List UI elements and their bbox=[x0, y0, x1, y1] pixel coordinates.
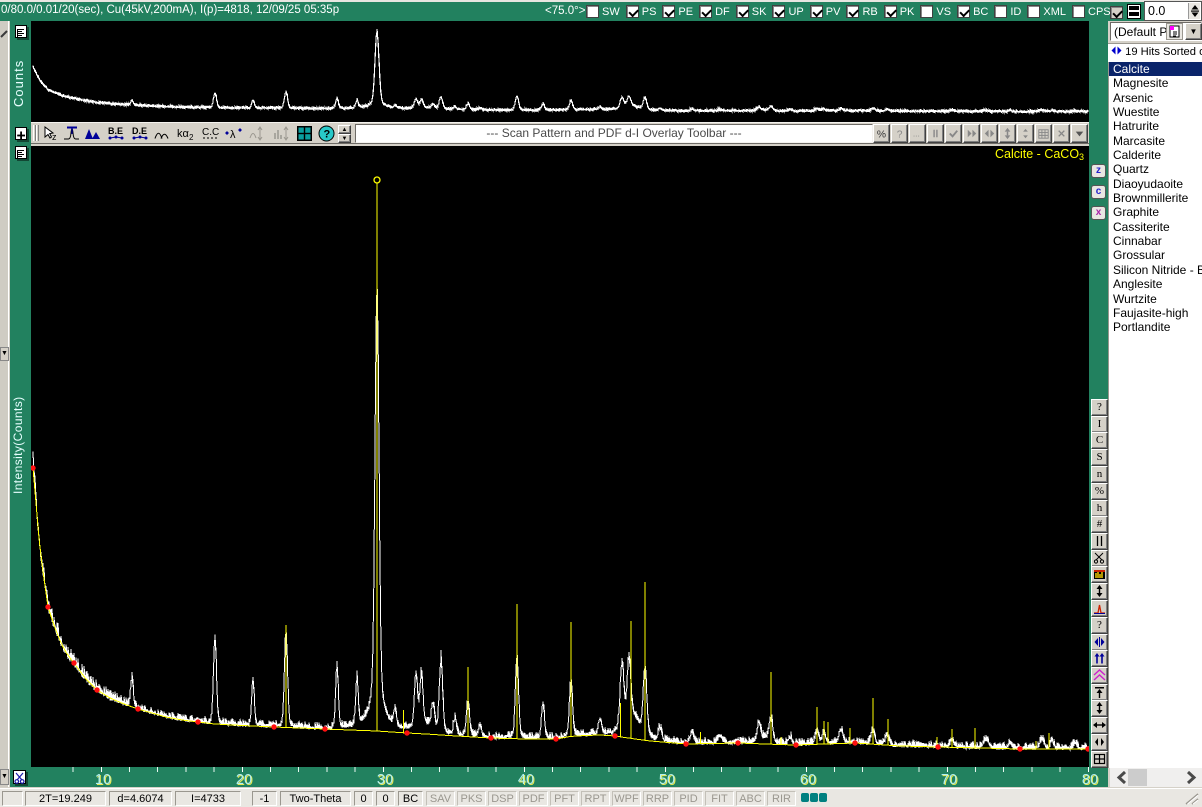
svg-text:B.E: B.E bbox=[108, 126, 123, 136]
svg-text:C.C: C.C bbox=[202, 127, 219, 138]
svg-text:%: % bbox=[877, 129, 886, 140]
svg-text:D.E: D.E bbox=[132, 126, 147, 136]
svg-text:?: ? bbox=[897, 129, 903, 140]
svg-text:...: ... bbox=[913, 128, 920, 138]
svg-text:2: 2 bbox=[189, 133, 194, 142]
svg-text:λ: λ bbox=[230, 129, 236, 141]
svg-text:z: z bbox=[52, 132, 57, 142]
svg-text:?: ? bbox=[324, 129, 331, 141]
svg-text:kα: kα bbox=[177, 128, 190, 140]
